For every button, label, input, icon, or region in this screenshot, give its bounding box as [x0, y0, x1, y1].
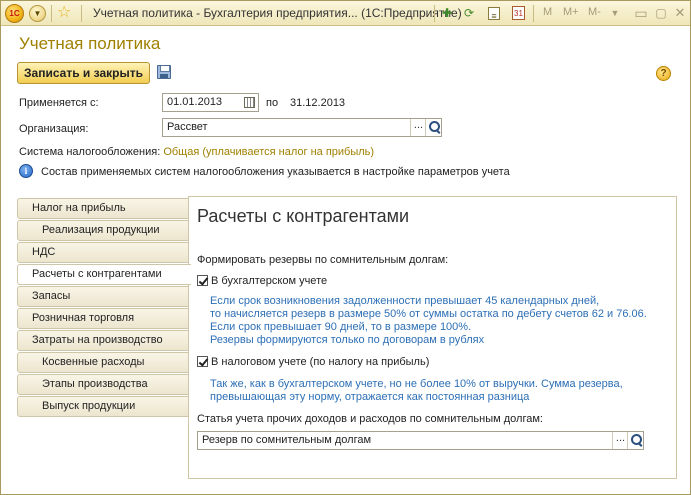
period-to-label: по [266, 97, 279, 109]
memory-minus-button[interactable]: M- [588, 6, 601, 18]
organization-field[interactable]: Рассвет ... [162, 118, 442, 137]
accounting-note-line-3: Если срок превышает 90 дней, то в размер… [210, 321, 472, 333]
refresh-icon[interactable]: ⟳ [461, 5, 477, 21]
close-icon[interactable]: ✕ [672, 5, 688, 21]
maximize-icon[interactable]: ▢ [653, 5, 669, 21]
document-icon[interactable]: ≡ [488, 7, 500, 21]
reserves-label: Формировать резервы по сомнительным долг… [197, 254, 449, 266]
accounting-reserve-checkbox[interactable] [197, 275, 208, 286]
accounting-reserve-label[interactable]: В бухгалтерском учете [211, 275, 327, 287]
period-to-value: 31.12.2013 [290, 97, 346, 109]
expense-item-value: Резерв по сомнительным долгам [202, 434, 372, 446]
nav-item-counterparty-settlements[interactable]: Расчеты с контрагентами [17, 264, 191, 285]
organization-value: Рассвет [167, 121, 208, 133]
nav-item-indirect-costs[interactable]: Косвенные расходы [17, 352, 189, 373]
expense-item-search-icon[interactable] [627, 432, 643, 449]
period-from-field[interactable]: 01.01.2013 [162, 93, 259, 112]
expense-item-select-button[interactable]: ... [612, 432, 628, 449]
minimize-icon[interactable]: ▭ [633, 5, 649, 21]
section-navigation: Налог на прибыль Реализация продукции НД… [17, 198, 191, 478]
calendar-picker-icon[interactable] [244, 97, 255, 108]
period-label: Применяется с: [19, 97, 99, 109]
help-icon[interactable]: ? [656, 66, 671, 81]
tax-reserve-checkbox[interactable] [197, 356, 208, 367]
memory-button[interactable]: M [543, 6, 552, 18]
nav-item-production-costs[interactable]: Затраты на производство [17, 330, 189, 351]
tax-reserve-label[interactable]: В налоговом учете (по налогу на прибыль) [211, 356, 429, 368]
app-window: 1С ▼ ☆ Учетная политика - Бухгалтерия пр… [0, 0, 691, 495]
save-disk-icon[interactable] [157, 65, 171, 79]
form-title: Учетная политика [19, 34, 161, 53]
tax-system-label: Система налогообложения: [19, 146, 161, 158]
dropdown-arrow-icon[interactable]: ▼ [607, 5, 623, 21]
nav-item-profit-tax[interactable]: Налог на прибыль [17, 198, 189, 219]
add-favorite-icon[interactable]: ✚ [439, 5, 455, 21]
window-title: Учетная политика - Бухгалтерия предприят… [93, 6, 462, 20]
info-text: Состав применяемых систем налогообложени… [41, 166, 510, 178]
main-menu-button[interactable]: ▼ [29, 5, 46, 22]
nav-item-vat[interactable]: НДС [17, 242, 189, 263]
separator [51, 5, 52, 22]
organization-search-icon[interactable] [425, 119, 441, 136]
separator [533, 5, 534, 22]
organization-label: Организация: [19, 123, 89, 135]
accounting-note-line-1: Если срок возникновения задолженности пр… [210, 295, 600, 307]
separator [434, 5, 435, 22]
tax-system-text: Система налогообложения: Общая (уплачива… [19, 146, 374, 158]
tax-note-line-2: превышающая эту норму, отражается как по… [210, 391, 530, 403]
nav-item-product-sales[interactable]: Реализация продукции [17, 220, 189, 241]
tax-system-link[interactable]: Общая (уплачивается налог на прибыль) [163, 146, 374, 158]
settlements-panel: Расчеты с контрагентами Формировать резе… [188, 196, 677, 479]
tax-note-line-1: Так же, как в бухгалтерском учете, но не… [210, 378, 623, 390]
info-icon: i [19, 164, 33, 178]
nav-item-product-output[interactable]: Выпуск продукции [17, 396, 189, 417]
favorite-star-icon[interactable]: ☆ [57, 3, 71, 21]
separator [81, 5, 82, 22]
memory-plus-button[interactable]: M+ [563, 6, 579, 18]
expense-item-field[interactable]: Резерв по сомнительным долгам ... [197, 431, 644, 450]
calendar-icon[interactable]: 31 [512, 6, 525, 20]
period-from-value: 01.01.2013 [167, 96, 223, 108]
nav-item-retail[interactable]: Розничная торговля [17, 308, 189, 329]
nav-item-production-stages[interactable]: Этапы производства [17, 374, 189, 395]
accounting-note-line-4: Резервы формируются только по договорам … [210, 334, 485, 346]
app-logo-icon[interactable]: 1С [5, 4, 24, 23]
expense-item-label: Статья учета прочих доходов и расходов п… [197, 413, 543, 425]
save-and-close-button[interactable]: Записать и закрыть [17, 62, 150, 84]
nav-item-inventory[interactable]: Запасы [17, 286, 189, 307]
accounting-note-line-2: то начисляется резерв в размере 50% от с… [210, 308, 647, 320]
title-bar: 1С ▼ ☆ Учетная политика - Бухгалтерия пр… [1, 1, 690, 26]
organization-select-button[interactable]: ... [410, 119, 426, 136]
panel-title: Расчеты с контрагентами [197, 206, 410, 226]
